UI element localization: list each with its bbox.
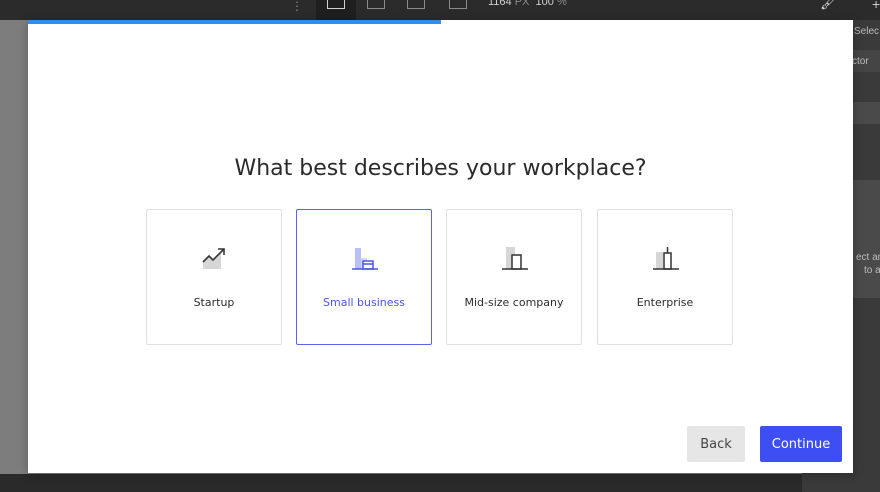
more-icon[interactable]: ⋮ bbox=[291, 0, 303, 12]
continue-button[interactable]: Continue bbox=[760, 426, 842, 462]
editor-topbar: ⋮ 1164 PX 100 % bbox=[0, 0, 880, 20]
desktop-icon bbox=[327, 0, 345, 9]
panel-select-label: Selec bbox=[854, 26, 880, 37]
option-label: Enterprise bbox=[636, 296, 694, 309]
option-startup[interactable]: Startup bbox=[146, 209, 282, 345]
option-label: Small business bbox=[323, 296, 405, 309]
option-label: Mid-size company bbox=[464, 296, 564, 309]
panel-hint-line2: to a bbox=[864, 265, 880, 276]
mobile-icon bbox=[449, 0, 467, 9]
skyscraper-icon bbox=[653, 247, 679, 270]
option-mid-size-company[interactable]: Mid-size company bbox=[446, 209, 582, 345]
canvas-bottom-bar bbox=[0, 474, 802, 492]
progress-bar bbox=[28, 20, 441, 24]
zoom-unit: % bbox=[556, 0, 567, 8]
building-icon bbox=[502, 247, 528, 270]
onboarding-modal: What best describes your workplace? Star… bbox=[28, 20, 853, 473]
laptop-view-button[interactable] bbox=[364, 0, 388, 14]
tablet-view-button[interactable] bbox=[404, 0, 428, 14]
panel-hint-line1: ect an bbox=[856, 252, 880, 263]
option-enterprise[interactable]: Enterprise bbox=[597, 209, 733, 345]
panel-header bbox=[802, 0, 880, 20]
canvas-width: 1164 bbox=[488, 0, 512, 8]
trending-up-icon bbox=[202, 248, 225, 269]
storefront-icon bbox=[352, 248, 378, 270]
laptop-icon bbox=[367, 0, 385, 9]
option-label: Startup bbox=[193, 296, 235, 309]
desktop-view-button[interactable] bbox=[316, 0, 356, 20]
zoom-level: 100 bbox=[535, 0, 554, 8]
canvas-width-unit: PX bbox=[514, 0, 530, 8]
tablet-icon bbox=[407, 0, 425, 9]
workplace-options: Startup Small business Mid-size company bbox=[146, 209, 734, 346]
brush-icon[interactable]: 🖌 bbox=[820, 0, 838, 11]
canvas-dimensions: 1164 PX 100 % bbox=[488, 0, 567, 8]
canvas-background bbox=[0, 20, 28, 492]
mobile-view-button[interactable] bbox=[446, 0, 470, 14]
panel-selector-label: ctor bbox=[852, 56, 869, 67]
plus-icon[interactable]: + bbox=[872, 0, 880, 12]
back-button[interactable]: Back bbox=[687, 426, 745, 462]
question-title: What best describes your workplace? bbox=[234, 156, 647, 181]
option-small-business[interactable]: Small business bbox=[296, 209, 432, 345]
